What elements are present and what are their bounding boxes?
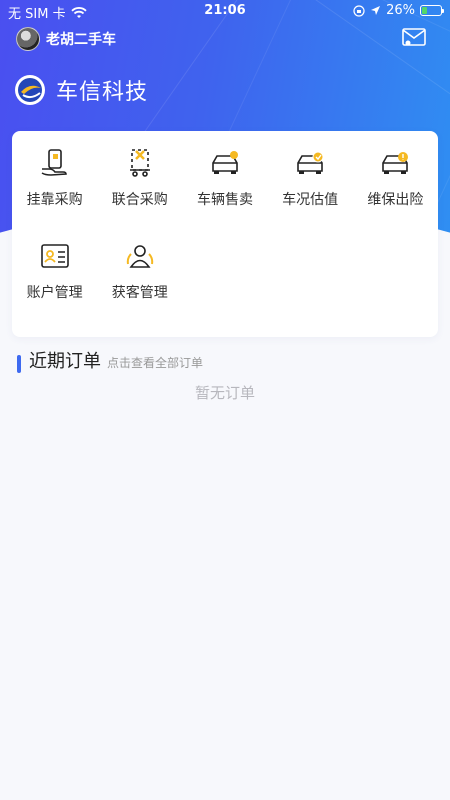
battery-icon xyxy=(420,5,444,16)
view-all-orders-link[interactable]: 点击查看全部订单 xyxy=(107,354,203,371)
battery-percent: 26% xyxy=(386,3,415,18)
hand-phone-icon xyxy=(41,149,67,176)
brand-title: 车信科技 xyxy=(56,80,149,105)
menu-item-customer-acquisition[interactable]: 获客管理 xyxy=(97,240,182,333)
location-icon xyxy=(371,6,381,15)
brand-logo-icon xyxy=(15,75,45,105)
menu-label: 车况估值 xyxy=(282,192,339,208)
menu-label: 挂靠采购 xyxy=(26,192,83,208)
car-sell-icon xyxy=(212,151,238,174)
avatar[interactable] xyxy=(16,27,40,51)
menu-label: 维保出险 xyxy=(367,192,424,208)
user-profile[interactable]: 老胡二手车 xyxy=(16,27,116,51)
recent-orders-header: 近期订单 点击查看全部订单 xyxy=(17,347,203,373)
user-name[interactable]: 老胡二手车 xyxy=(46,29,116,49)
menu-label: 获客管理 xyxy=(111,285,168,301)
id-card-icon xyxy=(40,244,69,268)
cart-icon xyxy=(129,149,150,177)
section-accent-bar xyxy=(17,355,21,373)
car-insurance-icon xyxy=(382,152,409,174)
menu-item-joint-purchase[interactable]: 联合采购 xyxy=(97,147,182,240)
menu-label: 账户管理 xyxy=(26,285,83,301)
menu-item-affiliated-purchase[interactable]: 挂靠采购 xyxy=(12,147,97,240)
function-menu-card: 挂靠采购 联合采购 车辆售卖 车况估值 维保出险 账户管理 获客管理 xyxy=(12,131,438,337)
menu-label: 联合采购 xyxy=(111,192,168,208)
empty-orders-text: 暂无订单 xyxy=(194,384,255,402)
status-bar: 无 SIM 卡 21:06 26% xyxy=(0,0,450,22)
menu-item-vehicle-sale[interactable]: 车辆售卖 xyxy=(182,147,267,240)
car-value-icon xyxy=(297,151,324,174)
orientation-lock-icon xyxy=(353,4,365,17)
mail-icon[interactable] xyxy=(402,28,426,46)
section-title: 近期订单 xyxy=(29,351,101,372)
menu-label: 车辆售卖 xyxy=(196,192,253,208)
menu-item-account-management[interactable]: 账户管理 xyxy=(12,240,97,333)
brand: 车信科技 xyxy=(14,74,148,106)
menu-item-maintenance-insurance[interactable]: 维保出险 xyxy=(353,147,438,240)
customers-icon xyxy=(126,245,153,268)
menu-item-condition-valuation[interactable]: 车况估值 xyxy=(268,147,353,240)
